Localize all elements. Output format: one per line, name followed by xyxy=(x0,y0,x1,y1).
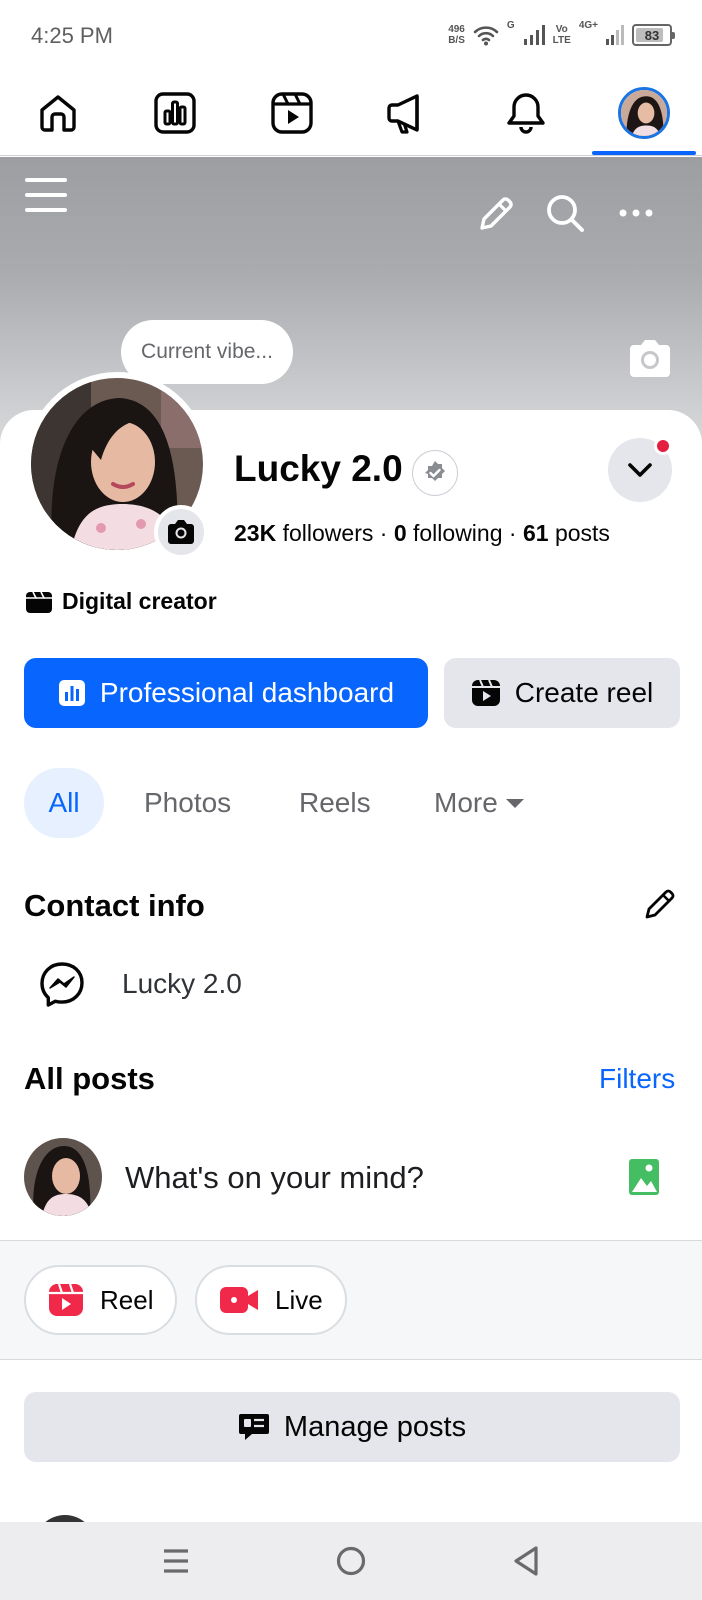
photo-icon[interactable] xyxy=(628,1158,660,1196)
messenger-name: Lucky 2.0 xyxy=(122,968,242,999)
create-reel-label: Create reel xyxy=(514,677,654,708)
system-navigation-bar xyxy=(0,1522,702,1600)
manage-posts-label: Manage posts xyxy=(283,1410,467,1443)
back-triangle-icon xyxy=(514,1546,538,1576)
video-camera-icon xyxy=(220,1287,258,1313)
tab-all[interactable]: All xyxy=(24,768,104,838)
profile-picture-camera-button[interactable] xyxy=(154,505,208,559)
search-icon[interactable] xyxy=(544,192,586,234)
composer-placeholder: What's on your mind? xyxy=(125,1160,424,1195)
posts-label: posts xyxy=(554,520,610,546)
nav-reels[interactable] xyxy=(247,70,337,156)
tab-photos[interactable]: Photos xyxy=(144,768,231,838)
tab-more[interactable]: More xyxy=(434,768,526,838)
nav-profile[interactable] xyxy=(599,70,689,156)
verified-check-icon xyxy=(425,461,445,481)
avatar-photo-icon xyxy=(621,90,667,136)
network-4g: 4G+ xyxy=(578,20,598,31)
profile-name: Lucky 2.0 xyxy=(234,448,403,489)
reels-icon xyxy=(271,92,313,134)
reel-chip-label: Reel xyxy=(100,1284,154,1315)
tab-more-label: More xyxy=(434,787,498,818)
profile-stats[interactable]: 23K followers · 0 following · 61 posts xyxy=(234,520,610,547)
bell-icon xyxy=(507,93,545,134)
contact-messenger-row[interactable]: Lucky 2.0 xyxy=(38,960,242,1008)
signal-bars-2-icon xyxy=(606,25,624,45)
nav-home[interactable] xyxy=(13,70,103,156)
create-reel-button[interactable]: Create reel xyxy=(444,658,680,728)
nav-ads[interactable] xyxy=(364,70,454,156)
status-bubble[interactable]: Current vibe... xyxy=(121,320,293,384)
back-button[interactable] xyxy=(486,1536,566,1586)
caret-down-icon xyxy=(505,799,524,808)
category-label: Digital creator xyxy=(62,588,217,614)
tab-reels[interactable]: Reels xyxy=(299,768,371,838)
volte-label: Vo LTE xyxy=(552,24,571,46)
reels-icon xyxy=(471,679,500,706)
all-posts-title: All posts xyxy=(24,1061,155,1096)
clapperboard-icon xyxy=(26,591,52,613)
chevron-down-icon xyxy=(628,463,652,477)
dashboard-icon xyxy=(154,92,196,134)
profile-avatar-small xyxy=(618,87,670,139)
notification-dot xyxy=(654,437,672,455)
composer-avatar xyxy=(24,1138,102,1216)
status-time: 4:25 PM xyxy=(31,23,113,48)
nav-dashboard[interactable] xyxy=(130,70,220,156)
signal-bars-icon xyxy=(523,25,545,45)
active-tab-indicator xyxy=(592,151,696,155)
megaphone-icon xyxy=(387,94,419,134)
battery-icon: 83 xyxy=(632,24,675,46)
reels-icon xyxy=(49,1283,83,1316)
home-icon xyxy=(40,95,76,132)
followers-count: 23K xyxy=(234,520,277,546)
camera-icon xyxy=(168,520,194,544)
top-navigation xyxy=(0,70,702,156)
following-label: following xyxy=(413,520,503,546)
recent-apps-button[interactable] xyxy=(136,1536,216,1586)
verified-badge[interactable] xyxy=(412,450,458,496)
home-circle-icon xyxy=(336,1546,366,1576)
dashboard-icon xyxy=(58,680,85,706)
home-button[interactable] xyxy=(311,1536,391,1586)
recent-apps-icon xyxy=(164,1549,188,1573)
cover-camera-icon[interactable] xyxy=(626,337,674,379)
manage-posts-icon xyxy=(238,1414,269,1440)
posts-count: 61 xyxy=(522,520,549,546)
quick-create-strip: Reel Live xyxy=(0,1240,702,1360)
professional-dashboard-label: Professional dashboard xyxy=(99,677,395,708)
manage-posts-button[interactable]: Manage posts xyxy=(24,1392,680,1462)
edit-contact-icon[interactable] xyxy=(642,886,678,922)
live-chip-label: Live xyxy=(275,1284,323,1315)
menu-icon[interactable] xyxy=(24,173,68,217)
live-chip[interactable]: Live xyxy=(195,1265,347,1335)
followers-label: followers xyxy=(282,520,374,546)
more-icon[interactable] xyxy=(618,203,654,223)
post-composer[interactable]: What's on your mind? xyxy=(24,1138,680,1216)
profile-category: Digital creator xyxy=(25,588,217,615)
profile-tabs: All Photos Reels More xyxy=(24,768,684,838)
stats-separator: · xyxy=(508,520,517,546)
filters-link[interactable]: Filters xyxy=(599,1063,675,1095)
nav-notifications[interactable] xyxy=(481,70,571,156)
following-count: 0 xyxy=(393,520,407,546)
stats-separator: · xyxy=(379,520,388,546)
network-speed: 496 B/S xyxy=(448,24,465,46)
professional-dashboard-button[interactable]: Professional dashboard xyxy=(24,658,428,728)
messenger-icon xyxy=(40,962,84,1007)
signal-type: G xyxy=(506,20,515,31)
avatar-photo-icon xyxy=(24,1138,102,1216)
wifi-icon xyxy=(473,26,499,46)
edit-icon[interactable] xyxy=(476,194,516,234)
reel-chip[interactable]: Reel xyxy=(24,1265,178,1335)
battery-level: 83 xyxy=(644,27,660,43)
status-indicators: 496 B/S G Vo LTE 4G+ 83 xyxy=(448,20,675,50)
status-bar: 4:25 PM 496 B/S G Vo LTE 4G+ 83 xyxy=(0,0,702,70)
contact-info-title: Contact info xyxy=(24,888,205,923)
